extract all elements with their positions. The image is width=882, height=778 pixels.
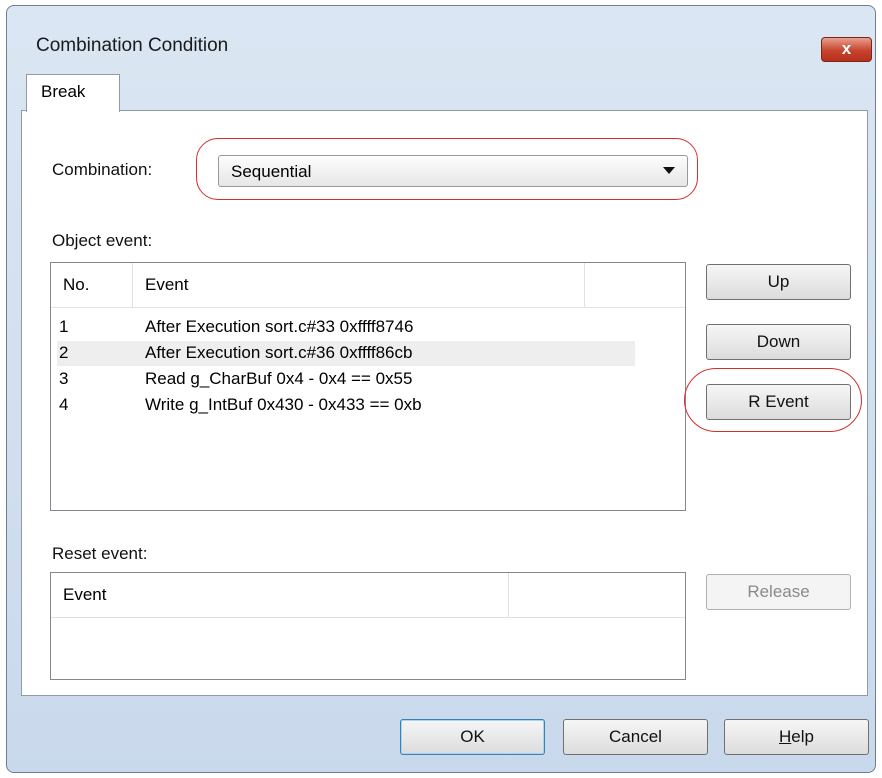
reset-event-list[interactable]: Event bbox=[50, 572, 686, 680]
up-button[interactable]: Up bbox=[706, 264, 851, 300]
tab-label: Break bbox=[41, 82, 86, 101]
column-event-label: Event bbox=[145, 275, 189, 294]
help-mnemonic: H bbox=[779, 727, 792, 746]
column-reset-event-label: Event bbox=[63, 585, 107, 604]
row-event: Read g_CharBuf 0x4 - 0x4 == 0x55 bbox=[145, 369, 413, 388]
table-row[interactable]: 1 After Execution sort.c#33 0xffff8746 bbox=[57, 315, 635, 340]
help-label-rest: elp bbox=[791, 727, 814, 746]
column-header-reset-event[interactable]: Event bbox=[51, 573, 509, 617]
close-icon: x bbox=[841, 39, 852, 58]
object-event-list[interactable]: No. Event 1 After Execution sort.c#33 0x… bbox=[50, 262, 686, 511]
release-button[interactable]: Release bbox=[706, 574, 851, 610]
combination-label: Combination: bbox=[52, 160, 153, 179]
reset-event-label: Reset event: bbox=[52, 544, 148, 563]
object-event-header: No. Event bbox=[51, 263, 685, 308]
column-no-label: No. bbox=[63, 275, 90, 294]
tab-break[interactable]: Break bbox=[26, 74, 120, 112]
highlight-combination bbox=[196, 138, 698, 200]
reset-event-header: Event bbox=[51, 573, 685, 618]
table-row[interactable]: 3 Read g_CharBuf 0x4 - 0x4 == 0x55 bbox=[57, 367, 635, 392]
cancel-button[interactable]: Cancel bbox=[563, 719, 708, 755]
column-header-event[interactable]: Event bbox=[133, 263, 585, 307]
table-row[interactable]: 2 After Execution sort.c#36 0xffff86cb bbox=[57, 341, 635, 366]
help-button[interactable]: Help bbox=[724, 719, 869, 755]
row-event: Write g_IntBuf 0x430 - 0x433 == 0xb bbox=[145, 395, 422, 414]
object-event-label: Object event: bbox=[52, 231, 153, 250]
row-no: 3 bbox=[59, 369, 69, 388]
window-title: Combination Condition bbox=[36, 35, 229, 56]
row-no: 1 bbox=[59, 317, 69, 336]
row-event: After Execution sort.c#33 0xffff8746 bbox=[145, 317, 414, 336]
column-header-no[interactable]: No. bbox=[51, 263, 133, 307]
row-event: After Execution sort.c#36 0xffff86cb bbox=[145, 343, 413, 362]
highlight-r-event bbox=[684, 368, 862, 432]
row-no: 2 bbox=[59, 343, 69, 362]
ok-button[interactable]: OK bbox=[400, 719, 545, 755]
row-no: 4 bbox=[59, 395, 69, 414]
table-row[interactable]: 4 Write g_IntBuf 0x430 - 0x433 == 0xb bbox=[57, 393, 635, 418]
down-button[interactable]: Down bbox=[706, 324, 851, 360]
close-button[interactable]: x bbox=[821, 37, 872, 62]
